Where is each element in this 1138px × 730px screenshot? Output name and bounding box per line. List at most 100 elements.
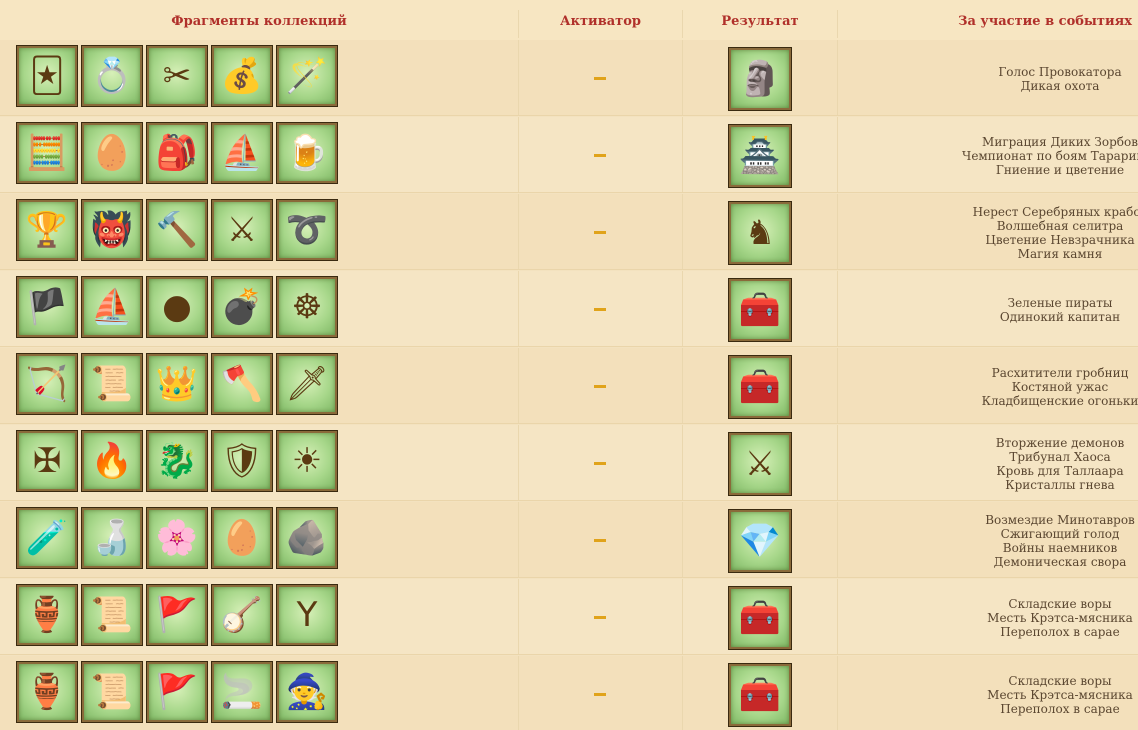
- table-row: 🧮 🥚 🎒 ⛵ 🍺 🏯 Миграция Диких Зорбов Чемпионат по …: [0, 117, 1138, 193]
- column-divider: [837, 194, 838, 270]
- silver-knight-statue-icon[interactable]: ♞: [728, 201, 792, 265]
- event-name: Расхитители гробниц: [991, 366, 1129, 380]
- bow-and-arrows-icon[interactable]: 🏹: [16, 353, 78, 415]
- result-slot: 🧰: [728, 355, 792, 419]
- stone-egg-icon[interactable]: 🥚: [81, 122, 143, 184]
- column-divider: [837, 117, 838, 193]
- ship-wheel-icon[interactable]: ☸: [276, 276, 338, 338]
- crown-icon[interactable]: 👑: [146, 353, 208, 415]
- turquoise-egg-icon[interactable]: 🥚: [211, 507, 273, 569]
- fragment-list: 🏺 📜 🚩 🚬 🧙: [16, 661, 338, 723]
- event-name: Дикая охота: [1020, 79, 1100, 93]
- event-name: Сжигающий голод: [1000, 527, 1120, 541]
- event-name: Костяной ужас: [1011, 380, 1109, 394]
- dark-chest-icon[interactable]: 🧰: [728, 663, 792, 727]
- collections-page: Фрагменты коллекций Активатор Результат …: [0, 0, 1138, 730]
- slingshot-icon[interactable]: Y: [276, 584, 338, 646]
- crystal-chest-icon[interactable]: 💎: [728, 509, 792, 573]
- ore-pile-icon[interactable]: 🪨: [276, 507, 338, 569]
- result-slot: 🧰: [728, 586, 792, 650]
- result-slot: 🧰: [728, 663, 792, 727]
- event-name: Переполох в сарае: [1000, 702, 1120, 716]
- event-list: Складские воры Месть Крэтса-мясника Перепо…: [900, 674, 1138, 716]
- fire-dragon-icon[interactable]: 🐉: [146, 430, 208, 492]
- event-name: Зеленые пираты: [1007, 296, 1113, 310]
- event-name: Нерест Серебряных крабов: [972, 205, 1138, 219]
- magic-staff-icon[interactable]: 🪄: [276, 45, 338, 107]
- event-name: Миграция Диких Зорбов: [982, 135, 1138, 149]
- demon-cross-icon[interactable]: ✠: [16, 430, 78, 492]
- pirate-flag-icon[interactable]: 🏴: [16, 276, 78, 338]
- halberd-icon[interactable]: ⚔: [211, 199, 273, 261]
- cannon-icon[interactable]: 💣: [211, 276, 273, 338]
- jester-hat-icon[interactable]: 🃏: [16, 45, 78, 107]
- column-divider: [518, 271, 519, 347]
- column-divider: [682, 40, 683, 116]
- sword-icon[interactable]: 🗡: [276, 353, 338, 415]
- red-banner-icon[interactable]: 🚩: [146, 661, 208, 723]
- event-name: Месть Крэтса-мясника: [987, 611, 1133, 625]
- bone-chest-icon[interactable]: 🧰: [728, 355, 792, 419]
- torn-cloth-icon[interactable]: 📜: [81, 353, 143, 415]
- table-row: 🏴 ⛵ ● 💣 ☸ 🧰 Зеленые пираты Одинокий капитан: [0, 271, 1138, 347]
- flower-icon[interactable]: 🌸: [146, 507, 208, 569]
- monk-statue-icon[interactable]: 🧙: [276, 661, 338, 723]
- activator-empty-dash: [594, 154, 606, 157]
- goblet-icon[interactable]: 🏆: [16, 199, 78, 261]
- crossed-swords-icon[interactable]: ⚔: [728, 432, 792, 496]
- table-row: 🧪 🍶 🌸 🥚 🪨 💎 Возмездие Минотавров Сжигающий голо…: [0, 502, 1138, 578]
- abacus-icon[interactable]: 🧮: [16, 122, 78, 184]
- blue-samovar-icon[interactable]: 🏺: [16, 584, 78, 646]
- red-banner-icon[interactable]: 🚩: [146, 584, 208, 646]
- cannonball-icon[interactable]: ●: [146, 276, 208, 338]
- fragment-list: 🏆 👹 🔨 ⚔ ➰: [16, 199, 338, 261]
- event-name: Вторжение демонов: [995, 436, 1125, 450]
- fragment-list: 🏴 ⛵ ● 💣 ☸: [16, 276, 338, 338]
- activator-empty-dash: [594, 385, 606, 388]
- event-name: Демоническая свора: [993, 555, 1127, 569]
- gold-pot-icon[interactable]: 💰: [211, 45, 273, 107]
- axe-icon[interactable]: 🪓: [211, 353, 273, 415]
- smoking-pipe-icon[interactable]: 🚬: [211, 661, 273, 723]
- blue-samovar-icon[interactable]: 🏺: [16, 661, 78, 723]
- scroll-case-icon[interactable]: 📜: [81, 584, 143, 646]
- column-divider: [682, 579, 683, 655]
- bracelet-icon[interactable]: 💍: [81, 45, 143, 107]
- column-divider: [682, 502, 683, 578]
- column-divider: [682, 117, 683, 193]
- event-name: Гниение и цветение: [995, 163, 1125, 177]
- bottle-icon[interactable]: 🍶: [81, 507, 143, 569]
- column-divider: [837, 40, 838, 116]
- hammer-icon[interactable]: 🔨: [146, 199, 208, 261]
- ship-in-bottle-icon[interactable]: ⛵: [211, 122, 273, 184]
- event-name: Магия камня: [1017, 247, 1103, 261]
- tavern-sign-icon[interactable]: 🍺: [276, 122, 338, 184]
- green-chest-icon[interactable]: 🧰: [728, 278, 792, 342]
- fragment-list: 🏹 📜 👑 🪓 🗡: [16, 353, 338, 415]
- activator-empty-dash: [594, 693, 606, 696]
- scissors-icon[interactable]: ✂: [146, 45, 208, 107]
- event-name: Одинокий капитан: [999, 310, 1121, 324]
- event-list: Возмездие Минотавров Сжигающий голод Войны…: [900, 513, 1138, 569]
- scroll-case-icon[interactable]: 📜: [81, 661, 143, 723]
- header-events: За участие в событиях: [958, 14, 1132, 29]
- gusli-icon[interactable]: 🪕: [211, 584, 273, 646]
- flaming-dagger-icon[interactable]: 🔥: [81, 430, 143, 492]
- cloth-bundle-icon[interactable]: 🎒: [146, 122, 208, 184]
- demon-crest-icon[interactable]: 🛡: [211, 430, 273, 492]
- column-divider: [518, 194, 519, 270]
- demon-mask-icon[interactable]: 👹: [81, 199, 143, 261]
- golden-statue-icon[interactable]: 🗿: [728, 47, 792, 111]
- wooden-fort-icon[interactable]: 🏯: [728, 124, 792, 188]
- whip-icon[interactable]: ➰: [276, 199, 338, 261]
- column-divider: [837, 656, 838, 730]
- event-name: Кристаллы гнева: [1005, 478, 1115, 492]
- result-slot: 💎: [728, 509, 792, 573]
- red-chest-icon[interactable]: 🧰: [728, 586, 792, 650]
- column-divider: [518, 425, 519, 501]
- table-row: 🏆 👹 🔨 ⚔ ➰ ♞ Нерест Серебряных крабов Волшебная …: [0, 194, 1138, 270]
- result-slot: 🏯: [728, 124, 792, 188]
- eye-sun-icon[interactable]: ☀: [276, 430, 338, 492]
- ship-mast-icon[interactable]: ⛵: [81, 276, 143, 338]
- heart-potion-icon[interactable]: 🧪: [16, 507, 78, 569]
